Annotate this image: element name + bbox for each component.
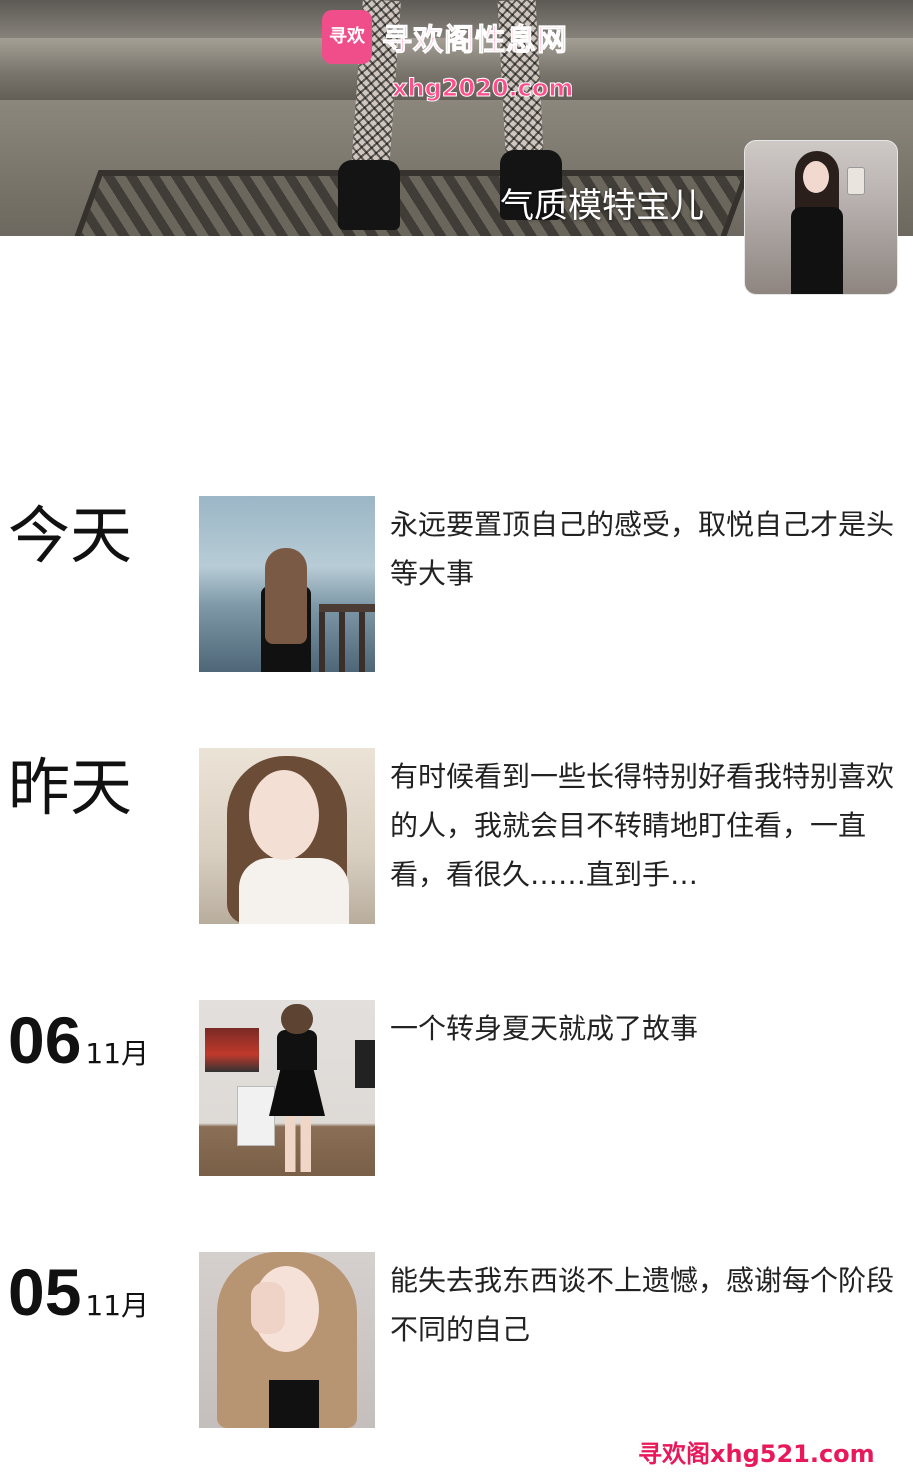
watermark-url: xhg2020.com <box>391 74 574 103</box>
profile-nickname: 气质模特宝儿 <box>500 186 704 226</box>
timeline-entry[interactable]: 05 11月 能失去我东西谈不上遗憾，感谢每个阶段不同的自己 <box>0 1252 913 1428</box>
entry-caption[interactable]: 永远要置顶自己的感受，取悦自己才是头等大事 <box>390 500 896 598</box>
entry-caption[interactable]: 能失去我东西谈不上遗憾，感谢每个阶段不同的自己 <box>390 1256 896 1354</box>
entry-caption[interactable]: 一个转身夏天就成了故事 <box>390 1004 896 1053</box>
entry-date: 今天 <box>8 499 133 572</box>
profile-avatar[interactable] <box>744 140 898 295</box>
entry-thumbnail[interactable] <box>199 496 375 672</box>
watermark-logo-icon: 寻欢 <box>322 10 372 64</box>
phone-icon <box>847 167 865 195</box>
entry-date: 昨天 <box>8 751 133 824</box>
entry-date: 05 11月 <box>8 1256 149 1342</box>
entry-thumbnail[interactable] <box>199 748 375 924</box>
cover-boot-left <box>338 160 400 230</box>
entry-date: 06 11月 <box>8 1004 149 1090</box>
entry-day: 06 <box>8 1003 82 1077</box>
entry-month: 11月 <box>85 1289 150 1322</box>
watermark-title: 寻欢阁性息网 <box>382 23 568 59</box>
cover-watermark: 寻欢 寻欢阁性息网 <box>322 10 568 64</box>
timeline-entry[interactable]: 今天 永远要置顶自己的感受，取悦自己才是头等大事 <box>0 496 913 672</box>
entry-caption[interactable]: 有时候看到一些长得特别好看我特别喜欢的人，我就会目不转睛地盯住看，一直看，看很久… <box>390 752 896 899</box>
timeline-entry[interactable]: 06 11月 一个转身夏天就成了故事 <box>0 1000 913 1176</box>
avatar-figure <box>781 151 865 294</box>
entry-day: 05 <box>8 1255 82 1329</box>
entry-month: 11月 <box>85 1037 150 1070</box>
timeline-entry[interactable]: 昨天 有时候看到一些长得特别好看我特别喜欢的人，我就会目不转睛地盯住看，一直看，… <box>0 748 913 924</box>
entry-thumbnail[interactable] <box>199 1252 375 1428</box>
entry-thumbnail[interactable] <box>199 1000 375 1176</box>
footer-watermark: 寻欢阁xhg521.com <box>638 1440 875 1468</box>
